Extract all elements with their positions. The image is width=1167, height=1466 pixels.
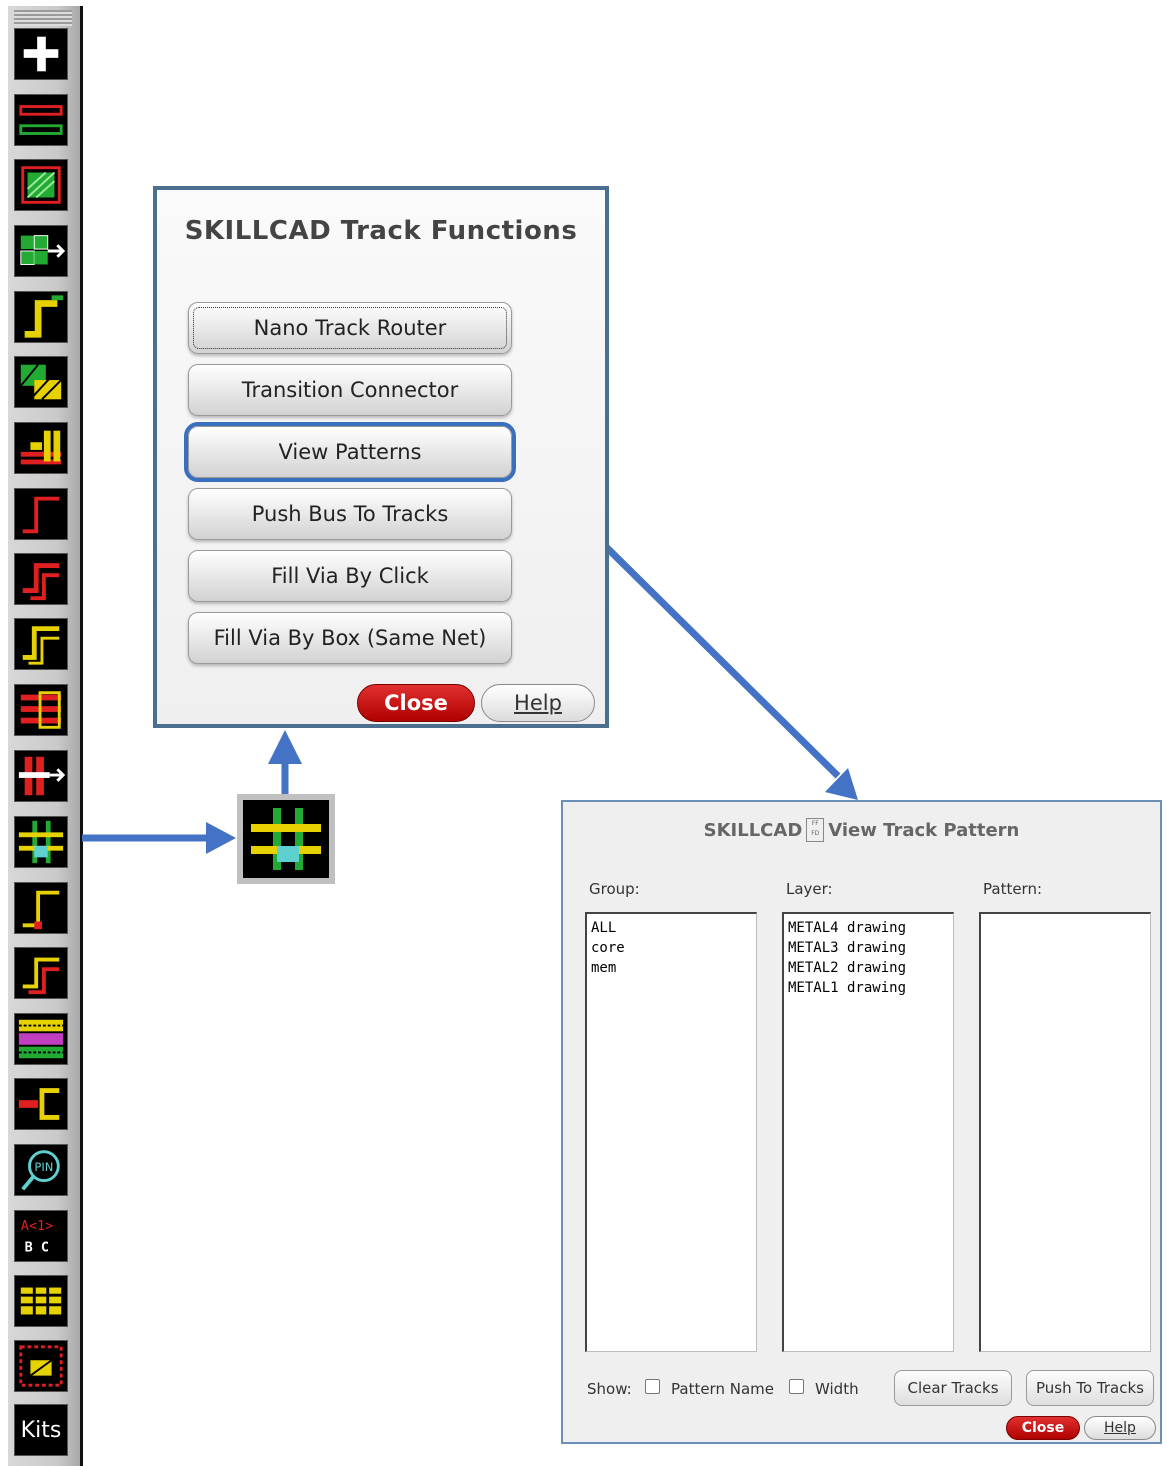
bus-bar-icon[interactable] (14, 422, 68, 474)
list-item[interactable]: core (591, 938, 752, 958)
double-step-icon[interactable] (14, 553, 68, 605)
list-item[interactable]: METAL1 drawing (788, 978, 949, 998)
push-to-tracks-button[interactable]: Push To Tracks (1026, 1370, 1154, 1406)
array-grid-icon[interactable] (14, 1340, 68, 1392)
layer-label: Layer: (786, 880, 833, 898)
dialog-title: SKILLCAD FF FD View Track Pattern (563, 818, 1160, 842)
layer-stack-icon[interactable] (14, 1013, 68, 1065)
connector-icon[interactable] (14, 1078, 68, 1130)
group-label: Group: (589, 880, 640, 898)
add-icon[interactable] (14, 28, 68, 80)
dialog-title: SKILLCAD Track Functions (184, 216, 578, 246)
corner-route-icon[interactable] (14, 488, 68, 540)
svg-text:A<1>: A<1> (21, 1219, 53, 1234)
list-item[interactable]: METAL2 drawing (788, 958, 949, 978)
step-small-icon[interactable] (14, 947, 68, 999)
fill-via-by-box-button[interactable]: Fill Via By Box (Same Net) (188, 612, 512, 664)
width-checkbox[interactable] (789, 1379, 804, 1394)
pattern-listbox[interactable] (979, 912, 1151, 1352)
toolbar-grip[interactable] (14, 10, 72, 26)
ff-logo-icon: FF FD (806, 818, 825, 842)
push-bus-to-tracks-button[interactable]: Push Bus To Tracks (188, 488, 512, 540)
view-track-pattern-dialog: SKILLCAD FF FD View Track Pattern Group:… (561, 800, 1162, 1444)
track-grid-icon (251, 808, 321, 870)
title-text: View Track Pattern (828, 819, 1020, 841)
pattern-name-checkbox[interactable] (645, 1379, 660, 1394)
fill-via-by-click-button[interactable]: Fill Via By Click (188, 550, 512, 602)
track-functions-dialog: SKILLCAD Track Functions Nano Track Rout… (153, 186, 609, 728)
close-button[interactable]: Close (357, 684, 475, 722)
arrow-icon-to-dialog-head (268, 730, 302, 764)
svg-text:B C: B C (25, 1240, 49, 1255)
hatch-icon[interactable] (14, 356, 68, 408)
svg-text:PIN: PIN (34, 1160, 53, 1174)
list-item[interactable]: METAL3 drawing (788, 938, 949, 958)
bus-label-icon[interactable]: A<1> B C (14, 1210, 68, 1262)
corner-small-icon[interactable] (14, 882, 68, 934)
list-item[interactable]: mem (591, 958, 752, 978)
title-brand: SKILLCAD (703, 819, 803, 841)
help-button[interactable]: Help (481, 684, 595, 722)
ruler-icon[interactable] (14, 94, 68, 146)
track-grid-icon-zoomed (237, 794, 335, 884)
track-grid-icon[interactable] (14, 816, 68, 868)
via-push-icon[interactable] (14, 750, 68, 802)
left-toolbar: PIN A<1> B C Kits (8, 6, 83, 1466)
show-label: Show: (587, 1380, 632, 1398)
help-button[interactable]: Help (1084, 1416, 1156, 1440)
view-patterns-button[interactable]: View Patterns (184, 422, 516, 482)
stair-route-icon[interactable] (14, 618, 68, 670)
clear-tracks-button[interactable]: Clear Tracks (894, 1370, 1012, 1406)
pin-search-icon[interactable]: PIN (14, 1144, 68, 1196)
nano-track-router-button[interactable]: Nano Track Router (188, 302, 512, 354)
arrow-patterns-to-dialog-head (825, 768, 858, 800)
group-listbox[interactable]: ALL core mem (585, 912, 757, 1352)
close-button[interactable]: Close (1006, 1416, 1080, 1440)
width-label: Width (815, 1380, 859, 1398)
transition-connector-button[interactable]: Transition Connector (188, 364, 512, 416)
kits-button[interactable]: Kits (14, 1404, 68, 1456)
layer-listbox[interactable]: METAL4 drawing METAL3 drawing METAL2 dra… (782, 912, 954, 1352)
step-route-icon[interactable] (14, 291, 68, 343)
pattern-name-label: Pattern Name (671, 1380, 774, 1398)
move-array-icon[interactable] (14, 225, 68, 277)
fill-rect-icon[interactable] (14, 159, 68, 211)
list-item[interactable]: METAL4 drawing (788, 918, 949, 938)
list-item[interactable]: ALL (591, 918, 752, 938)
pattern-label: Pattern: (983, 880, 1043, 898)
arrow-toolbar-to-icon-head (206, 822, 236, 854)
matrix-icon[interactable] (14, 1275, 68, 1327)
stack-bars-icon[interactable] (14, 684, 68, 736)
